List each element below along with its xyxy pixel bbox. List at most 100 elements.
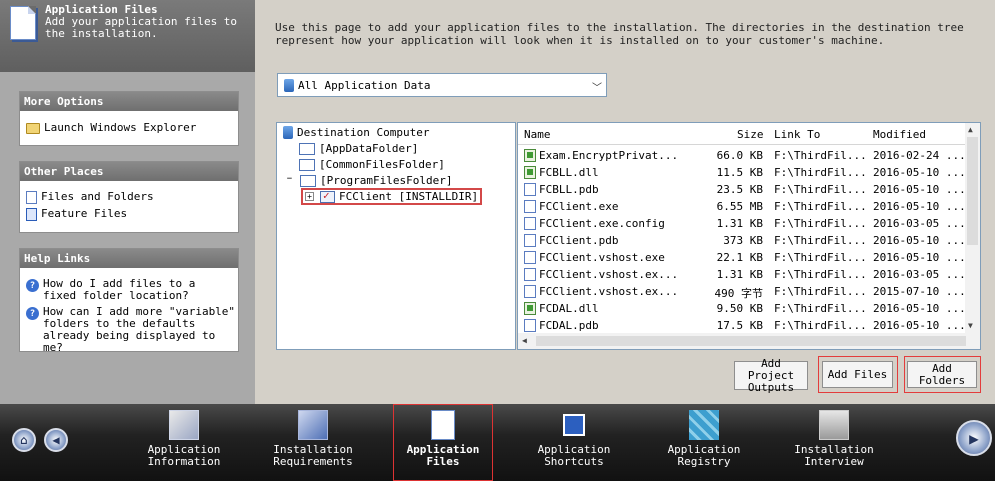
exe-file-icon <box>524 251 536 264</box>
other-places-title: Other Places <box>20 162 238 181</box>
dll-file-icon <box>524 149 536 162</box>
application-registry-icon <box>689 410 719 440</box>
nav-installation-interview[interactable]: Installation Interview <box>784 404 884 481</box>
launch-windows-explorer-link[interactable]: Launch Windows Explorer <box>26 122 196 134</box>
tree-node-programfilesfolder[interactable]: − [ProgramFilesFolder] <box>285 174 453 187</box>
table-row[interactable]: FCClient.vshost.ex... 490 字节 F:\ThirdFil..… <box>518 283 966 300</box>
vertical-scrollbar[interactable]: ▲ ▼ <box>965 123 980 335</box>
help-link-variable-folders[interactable]: ? How can I add more "variable" folders … <box>26 306 236 354</box>
other-places-panel: Other Places Files and Folders Feature F… <box>19 161 239 233</box>
home-icon[interactable]: ⌂ <box>12 428 36 452</box>
application-shortcuts-icon <box>563 414 585 436</box>
help-link-variable-folders-label: How can I add more "variable" folders to… <box>43 305 236 354</box>
nav-application-information[interactable]: Application Information <box>134 404 234 481</box>
file-list[interactable]: Name Size Link To Modified Exam.EncryptP… <box>517 122 981 350</box>
table-row[interactable]: FCBLL.dll 11.5 KB F:\ThirdFil... 2016-05-10… <box>518 164 966 181</box>
file-icon <box>524 183 536 196</box>
add-project-outputs-button[interactable]: Add Project Outputs <box>734 357 808 393</box>
file-link-cell: F:\ThirdFil... <box>774 200 867 213</box>
file-link-cell: F:\ThirdFil... <box>774 234 867 247</box>
help-link-fixed-folder-label: How do I add files to a fixed folder loc… <box>43 277 196 302</box>
table-row[interactable]: FCBLL.pdb 23.5 KB F:\ThirdFil... 2016-05-10… <box>518 181 966 198</box>
scroll-left-icon[interactable]: ◀ <box>522 336 527 345</box>
tree-node-label: [CommonFilesFolder] <box>319 158 445 171</box>
file-modified-cell: 2016-03-05 ... <box>873 268 966 281</box>
help-question-icon: ? <box>26 307 39 320</box>
more-options-title: More Options <box>20 92 238 111</box>
tree-node-commonfilesfolder[interactable]: [CommonFilesFolder] <box>299 158 445 171</box>
nav-application-registry[interactable]: Application Registry <box>654 404 754 481</box>
feature-files-link[interactable]: Feature Files <box>26 208 127 221</box>
scroll-up-icon[interactable]: ▲ <box>968 125 973 134</box>
scrollbar-thumb[interactable] <box>536 336 966 346</box>
file-name-cell: FCClient.vshost.exe <box>539 251 665 264</box>
file-modified-cell: 2016-05-10 ... <box>873 302 966 315</box>
installation-requirements-icon <box>298 410 328 440</box>
add-folders-button[interactable]: Add Folders <box>907 361 977 388</box>
table-row[interactable]: FCClient.exe.config 1.31 KB F:\ThirdFil...… <box>518 215 966 232</box>
file-size-cell: 6.55 MB <box>716 200 763 213</box>
file-name-cell: FCClient.exe <box>539 200 619 213</box>
next-arrow-icon[interactable]: ▶ <box>956 420 992 456</box>
dll-file-icon <box>524 302 536 315</box>
file-modified-cell: 2016-05-10 ... <box>873 251 966 264</box>
application-data-filter-dropdown[interactable]: All Application Data ﹀ <box>277 73 607 97</box>
file-link-cell: F:\ThirdFil... <box>774 166 867 179</box>
folder-open-icon <box>26 123 40 134</box>
nav-label: Installation Interview <box>794 443 874 468</box>
file-size-cell: 17.5 KB <box>716 319 763 332</box>
table-row[interactable]: FCClient.vshost.exe 22.1 KB F:\ThirdFil...… <box>518 249 966 266</box>
back-arrow-icon[interactable]: ◀ <box>44 428 68 452</box>
table-row[interactable]: FCClient.vshost.ex... 1.31 KB F:\ThirdFil.… <box>518 266 966 283</box>
help-link-fixed-folder[interactable]: ? How do I add files to a fixed folder l… <box>26 278 234 302</box>
files-and-folders-link[interactable]: Files and Folders <box>26 191 154 204</box>
expand-icon[interactable]: + <box>305 192 314 201</box>
file-name-cell: FCClient.exe.config <box>539 217 665 230</box>
table-row[interactable]: FCDAL.pdb 17.5 KB F:\ThirdFil... 2016-05-10… <box>518 317 966 334</box>
application-files-icon <box>10 6 36 40</box>
table-row[interactable]: FCClient.pdb 373 KB F:\ThirdFil... 2016-05-… <box>518 232 966 249</box>
table-row[interactable]: FCClient.exe 6.55 MB F:\ThirdFil... 2016-05… <box>518 198 966 215</box>
file-modified-cell: 2016-05-10 ... <box>873 234 966 247</box>
file-name-cell: Exam.EncryptPrivat... <box>539 149 679 162</box>
file-modified-cell: 2015-07-10 ... <box>873 285 966 298</box>
column-header-size[interactable]: Size <box>737 128 764 141</box>
file-icon <box>524 234 536 247</box>
tree-node-label: Destination Computer <box>297 126 430 139</box>
tree-node-fcclient-installdir[interactable]: + FCClient [INSTALLDIR] <box>301 188 483 205</box>
tree-node-label: [ProgramFilesFolder] <box>320 174 453 187</box>
installdir-folder-icon <box>320 189 335 203</box>
file-size-cell: 9.50 KB <box>716 302 763 315</box>
horizontal-scrollbar[interactable]: ◀ <box>518 333 980 349</box>
nav-installation-requirements[interactable]: Installation Requirements <box>263 404 363 481</box>
column-header-name[interactable]: Name <box>524 128 551 141</box>
add-files-button[interactable]: Add Files <box>822 361 893 388</box>
chevron-down-icon[interactable]: ﹀ <box>592 79 602 94</box>
file-size-cell: 373 KB <box>723 234 763 247</box>
selected-step-highlight <box>393 404 493 481</box>
tree-node-destination-computer[interactable]: Destination Computer <box>283 126 429 139</box>
application-information-icon <box>169 410 199 440</box>
column-header-modified[interactable]: Modified <box>873 128 926 141</box>
file-icon <box>524 268 536 281</box>
file-size-cell: 490 字节 <box>714 287 764 300</box>
more-options-panel: More Options Launch Windows Explorer <box>19 91 239 146</box>
file-modified-cell: 2016-03-05 ... <box>873 217 966 230</box>
file-name-cell: FCClient.vshost.ex... <box>539 268 679 281</box>
feature-file-icon <box>26 208 37 221</box>
file-modified-cell: 2016-05-10 ... <box>873 319 966 332</box>
file-icon <box>524 217 536 230</box>
file-link-cell: F:\ThirdFil... <box>774 268 867 281</box>
column-header-link-to[interactable]: Link To <box>774 128 820 141</box>
nav-application-shortcuts[interactable]: Application Shortcuts <box>524 404 624 481</box>
scrollbar-thumb[interactable] <box>967 137 978 245</box>
collapse-icon[interactable]: − <box>285 175 294 185</box>
table-row[interactable]: Exam.EncryptPrivat... 66.0 KB F:\ThirdFil.… <box>518 147 966 164</box>
table-row[interactable]: FCDAL.dll 9.50 KB F:\ThirdFil... 2016-05-10… <box>518 300 966 317</box>
tree-node-appdatafolder[interactable]: [AppDataFolder] <box>299 142 418 155</box>
file-link-cell: F:\ThirdFil... <box>774 149 867 162</box>
destination-tree[interactable]: Destination Computer [AppDataFolder] [Co… <box>276 122 516 350</box>
file-size-cell: 1.31 KB <box>716 268 763 281</box>
page-description: Use this page to add your application fi… <box>275 21 964 47</box>
scroll-down-icon[interactable]: ▼ <box>968 321 973 330</box>
